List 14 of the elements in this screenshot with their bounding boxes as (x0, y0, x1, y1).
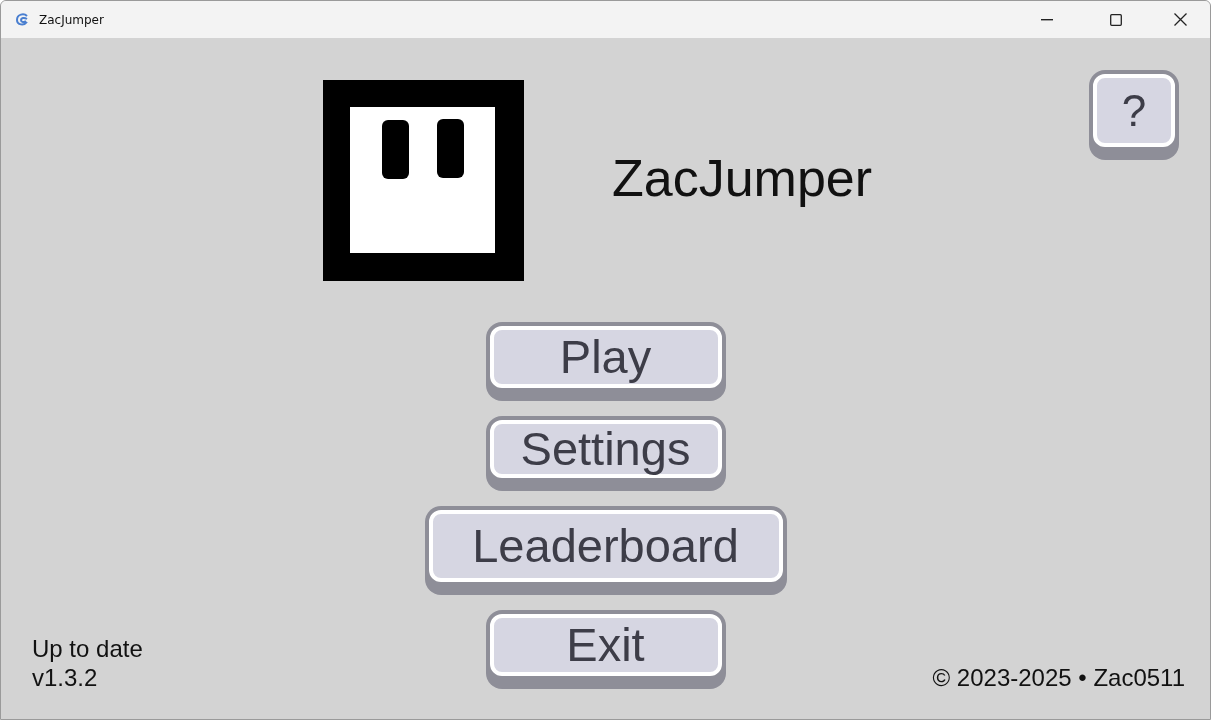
help-button[interactable]: ? (1089, 70, 1179, 160)
menu-button[interactable]: Play (485, 322, 726, 401)
minimize-icon[interactable] (1041, 18, 1053, 21)
copyright-text: © 2023-2025 • Zac0511 (932, 664, 1185, 692)
close-icon[interactable] (1174, 13, 1187, 26)
app-icon (14, 12, 30, 27)
menu-button[interactable]: Leaderboard (424, 506, 787, 595)
window-title: ZacJumper (39, 12, 104, 27)
game-title: ZacJumper (612, 148, 873, 208)
menu-button[interactable]: Settings (485, 416, 726, 491)
maximize-icon[interactable] (1110, 13, 1122, 26)
version-label: v1.3.2 (32, 663, 98, 692)
menu-button[interactable]: Exit (485, 610, 726, 689)
update-status: Up to date (32, 634, 143, 663)
